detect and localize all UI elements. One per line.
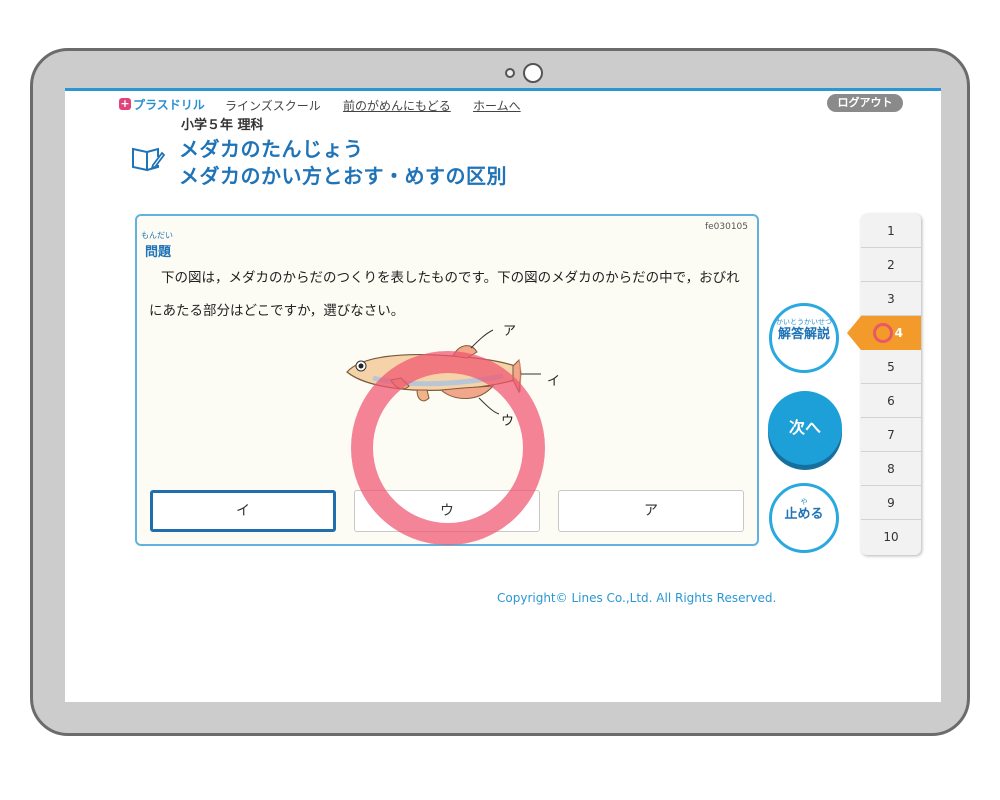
unit-title: メダカのたんじょう — [179, 137, 364, 161]
next-button[interactable]: 次へ — [768, 391, 842, 465]
back-link[interactable]: 前のがめんにもどる — [343, 97, 451, 114]
stop-label: 止める — [784, 507, 824, 522]
question-number-1[interactable]: 1 — [861, 214, 921, 248]
explanation-label: 解答解説 — [777, 327, 830, 342]
sensor-icon — [505, 68, 515, 78]
lesson-title: メダカのかい方とおす・めすの区別 — [179, 164, 507, 188]
label-i: イ — [547, 374, 561, 389]
answer-choice-1[interactable]: イ — [150, 490, 336, 532]
answer-explanation-button[interactable]: かいとうかいせつ 解答解説 — [769, 303, 839, 373]
question-number-list: 1 2 3 4 5 6 7 8 9 10 — [847, 214, 921, 555]
tablet-frame: + プラスドリル ラインズスクール 前のがめんにもどる ホームへ ログアウト 小… — [30, 48, 970, 736]
question-number-3[interactable]: 3 — [861, 282, 921, 316]
grade-subject: 小学５年 理科 — [181, 118, 264, 133]
question-number-5[interactable]: 5 — [861, 350, 921, 384]
question-label: 問題 — [145, 245, 172, 260]
correct-small-mark-icon — [873, 323, 893, 343]
copyright: Copyright© Lines Co.,Ltd. All Rights Res… — [497, 591, 777, 605]
stop-ruby: や — [800, 498, 808, 506]
school-name: ラインズスクール — [225, 99, 321, 113]
question-id: fe030105 — [704, 222, 748, 232]
app-screen: + プラスドリル ラインズスクール 前のがめんにもどる ホームへ ログアウト 小… — [65, 88, 941, 702]
question-number-9[interactable]: 9 — [861, 486, 921, 520]
correct-mark-icon — [351, 351, 545, 545]
question-label-ruby: もんだい — [141, 231, 173, 240]
home-link[interactable]: ホームへ — [473, 97, 521, 114]
camera-icon — [523, 63, 543, 83]
answer-choice-3[interactable]: ア — [558, 490, 744, 532]
logo-text: プラスドリル — [133, 97, 205, 112]
question-number-10[interactable]: 10 — [861, 520, 921, 554]
explanation-ruby: かいとうかいせつ — [776, 318, 832, 326]
question-number-2[interactable]: 2 — [861, 248, 921, 282]
question-number-8[interactable]: 8 — [861, 452, 921, 486]
question-number-7[interactable]: 7 — [861, 418, 921, 452]
logout-button[interactable]: ログアウト — [827, 94, 903, 112]
label-a: ア — [503, 324, 517, 339]
plus-icon: + — [119, 97, 131, 110]
stop-button[interactable]: や 止める — [769, 483, 839, 553]
app-logo[interactable]: + プラスドリル — [119, 96, 205, 112]
question-number-6[interactable]: 6 — [861, 384, 921, 418]
book-pencil-icon — [132, 147, 165, 172]
